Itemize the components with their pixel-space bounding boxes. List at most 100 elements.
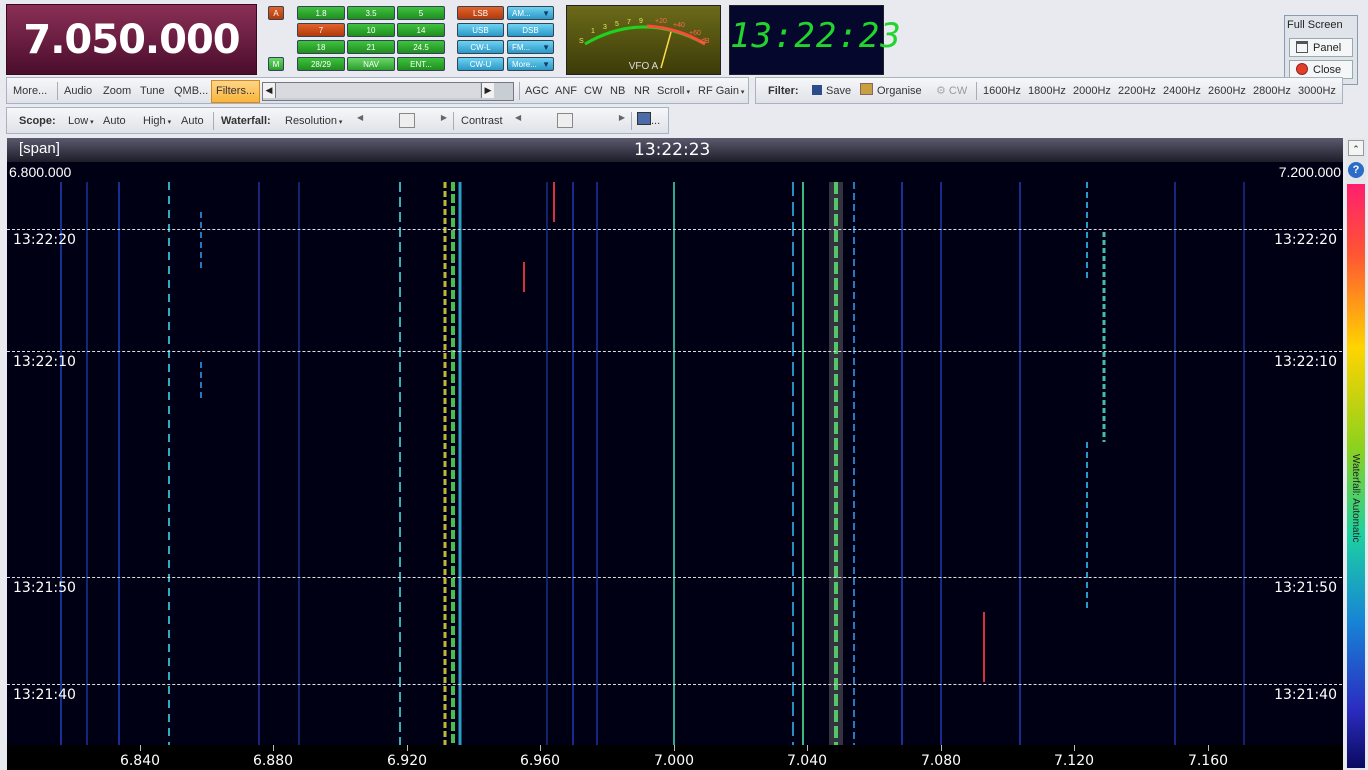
more-menu[interactable]: More... — [13, 78, 47, 103]
scope-low-menu[interactable]: Low ▾ — [68, 108, 94, 133]
band-button-14[interactable]: 14 — [397, 23, 445, 37]
band-button-10[interactable]: 10 — [347, 23, 395, 37]
dropdown-arrow-icon: ▼ — [542, 9, 550, 18]
mode-lsb-button[interactable]: LSB — [457, 6, 504, 20]
nav-button[interactable]: NAV — [347, 57, 395, 71]
scroll-menu-label: Scroll — [657, 85, 685, 97]
filter-label: Filter: — [768, 85, 799, 97]
start-frequency: 6.800.000 — [9, 164, 72, 180]
filter-2600hz[interactable]: 2600Hz — [1208, 78, 1246, 103]
dropdown-arrow-icon: ▾ — [88, 119, 94, 126]
scope-low-auto[interactable]: Auto — [103, 108, 126, 133]
vfo-label: VFO A — [628, 61, 659, 72]
zoom-menu[interactable]: Zoom — [103, 78, 131, 103]
slider-thumb[interactable] — [557, 113, 573, 128]
cw-filter-button[interactable]: ⚙ CW — [936, 78, 967, 103]
filter-2000hz[interactable]: 2000Hz — [1073, 78, 1111, 103]
close-icon — [1296, 63, 1308, 75]
vfo-a-button[interactable]: A — [268, 6, 284, 20]
time-mark-right: 13:21:50 — [1274, 580, 1337, 596]
tuning-scrollbar[interactable]: ◀ ▶ — [262, 82, 514, 101]
panel-button[interactable]: Panel — [1289, 38, 1353, 57]
scope-low-label: Low — [68, 115, 89, 127]
settings-more-label: ... — [651, 115, 661, 127]
tune-menu[interactable]: Tune — [140, 78, 165, 103]
mode-am-button[interactable]: AM... ▼ — [507, 6, 554, 20]
scroll-left-icon[interactable]: ◀ — [263, 83, 276, 98]
memory-button[interactable]: M — [268, 57, 284, 71]
slider-thumb[interactable] — [399, 113, 415, 128]
band-button-3-5[interactable]: 3.5 — [347, 6, 395, 20]
nb-button[interactable]: NB — [610, 78, 625, 103]
scroll-track[interactable] — [276, 83, 480, 98]
nr-button[interactable]: NR — [634, 78, 650, 103]
anf-button[interactable]: ANF — [555, 78, 577, 103]
scroll-right-icon[interactable]: ▶ — [481, 83, 494, 98]
mode-usb-button[interactable]: USB — [457, 23, 504, 37]
scroll-menu[interactable]: Scroll ▾ — [657, 78, 690, 103]
band-button-28[interactable]: 28/29 — [297, 57, 345, 71]
contrast-slider[interactable]: ◀ ▶ — [515, 113, 625, 128]
window-icon — [1296, 41, 1308, 53]
freq-tick-label: 6.920 — [386, 753, 428, 769]
organise-button[interactable]: Organise — [860, 78, 922, 103]
help-icon[interactable]: ? — [1348, 162, 1364, 178]
filter-3000hz[interactable]: 3000Hz — [1298, 78, 1336, 103]
dropdown-arrow-icon: ▾ — [336, 119, 343, 126]
enter-button[interactable]: ENT... — [397, 57, 445, 71]
mode-cwu-button[interactable]: CW-U — [457, 57, 504, 71]
slider-left-icon[interactable]: ◀ — [515, 113, 521, 122]
save-button[interactable]: Save — [812, 78, 851, 103]
mode-fm-button[interactable]: FM... ▼ — [507, 40, 554, 54]
audio-menu[interactable]: Audio — [64, 78, 92, 103]
cw-button[interactable]: CW — [584, 78, 602, 103]
resolution-label: Resolution — [285, 115, 337, 127]
filter-2400hz[interactable]: 2400Hz — [1163, 78, 1201, 103]
collapse-up-icon[interactable]: ⌃ — [1348, 140, 1364, 156]
waterfall-display[interactable]: [span] 13:22:23 6.800.000 7.200.000 13:2… — [7, 138, 1343, 770]
side-strip: ⌃ ? Waterfall: Automatic — [1346, 138, 1366, 770]
save-label: Save — [826, 85, 852, 97]
filter-2200hz[interactable]: 2200Hz — [1118, 78, 1156, 103]
freq-tick-label: 7.080 — [920, 753, 962, 769]
filter-1600hz[interactable]: 1600Hz — [983, 78, 1021, 103]
resolution-slider[interactable]: ◀ ▶ — [357, 113, 447, 128]
slider-left-icon[interactable]: ◀ — [357, 113, 363, 122]
scope-high-auto[interactable]: Auto — [181, 108, 204, 133]
mode-more-button[interactable]: More... ▼ — [507, 57, 554, 71]
filter-2800hz[interactable]: 2800Hz — [1253, 78, 1291, 103]
band-button-1-8[interactable]: 1.8 — [297, 6, 345, 20]
time-gridline — [7, 684, 1342, 685]
mode-more-label: More... — [512, 60, 537, 69]
band-button-21[interactable]: 21 — [347, 40, 395, 54]
band-button-5[interactable]: 5 — [397, 6, 445, 20]
span-label: [span] — [19, 140, 60, 157]
frequency-display[interactable]: 7.050.000 — [6, 4, 257, 75]
freq-tick-label: 7.160 — [1187, 753, 1229, 769]
scope-high-menu[interactable]: High ▾ — [143, 108, 171, 133]
time-mark-right: 13:22:10 — [1274, 354, 1337, 370]
freq-tick-label: 6.960 — [519, 753, 561, 769]
filters-menu[interactable]: Filters... — [211, 80, 261, 103]
slider-right-icon[interactable]: ▶ — [441, 113, 447, 122]
band-button-24-5[interactable]: 24.5 — [397, 40, 445, 54]
band-button-18[interactable]: 18 — [297, 40, 345, 54]
waterfall-header: [span] 13:22:23 — [7, 138, 1343, 162]
band-button-7[interactable]: 7 — [297, 23, 345, 37]
time-gridline — [7, 351, 1342, 352]
slider-right-icon[interactable]: ▶ — [619, 113, 625, 122]
filter-1800hz[interactable]: 1800Hz — [1028, 78, 1066, 103]
time-mark-left: 13:22:10 — [13, 354, 76, 370]
cw-filter-label: CW — [948, 85, 968, 97]
close-button-label: Close — [1313, 64, 1342, 76]
colorbar-label: Waterfall: Automatic — [1350, 454, 1361, 543]
settings-more-button[interactable]: ... — [637, 108, 660, 133]
freq-tick-label: 6.840 — [119, 753, 161, 769]
qmb-menu[interactable]: QMB... — [174, 78, 208, 103]
mode-dsb-button[interactable]: DSB — [507, 23, 554, 37]
save-icon — [812, 85, 822, 95]
agc-button[interactable]: AGC — [525, 78, 549, 103]
rf-gain-menu[interactable]: RF Gain ▾ — [698, 78, 744, 103]
mode-cwl-button[interactable]: CW-L — [457, 40, 504, 54]
resolution-menu[interactable]: Resolution ▾ — [285, 108, 342, 133]
